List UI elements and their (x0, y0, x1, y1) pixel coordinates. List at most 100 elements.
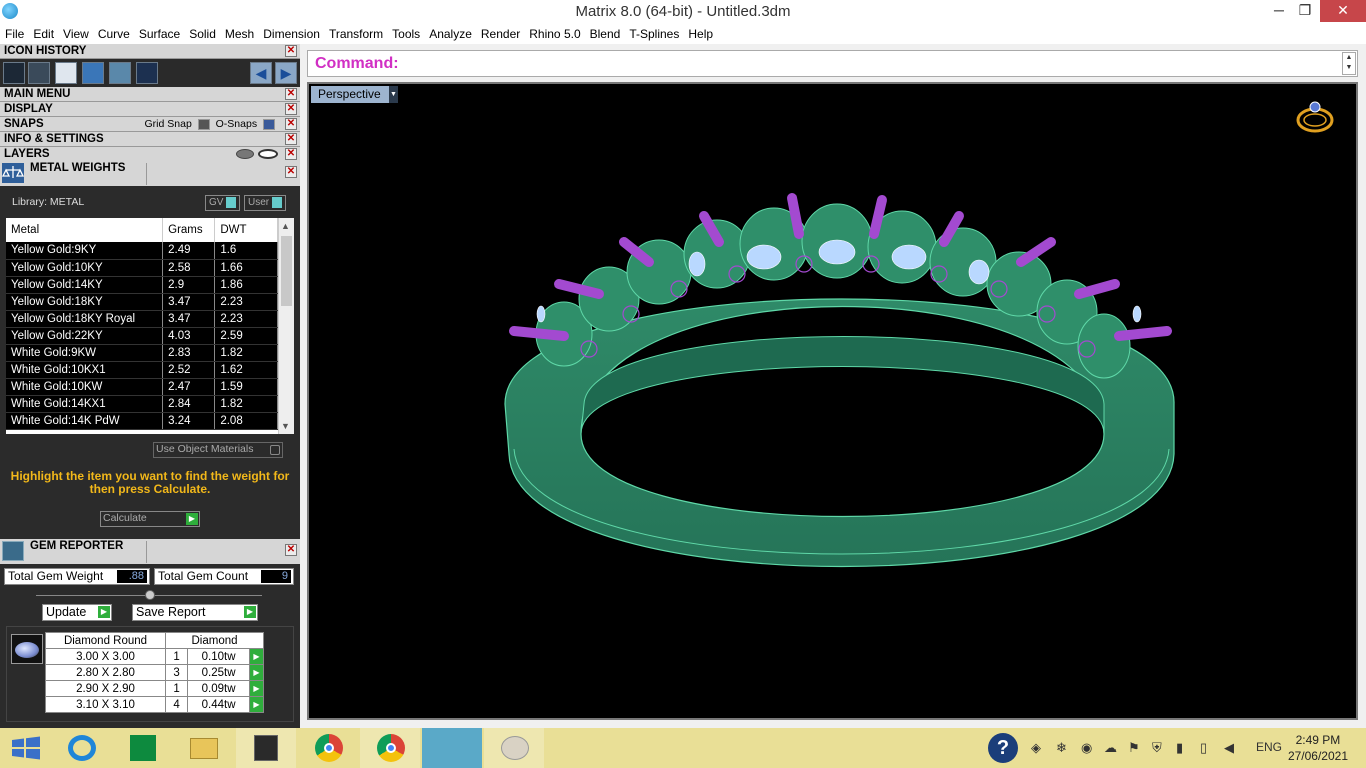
paint-icon[interactable] (484, 728, 544, 768)
gem-row[interactable]: 2.90 X 2.90 1 0.09tw ▶ (45, 680, 264, 697)
document-icon[interactable] (55, 62, 77, 84)
gem-reporter-close-icon[interactable]: ✕ (285, 544, 297, 556)
scroll-down-icon[interactable]: ▼ (281, 421, 290, 431)
gv-toggle[interactable]: GV (205, 195, 241, 211)
main-menu-header[interactable]: MAIN MENU ✕ (0, 87, 300, 102)
restore-button[interactable]: ❐ (1290, 0, 1320, 22)
gem-row[interactable]: 3.00 X 3.00 1 0.10tw ▶ (45, 648, 264, 665)
menu-render[interactable]: Render (476, 24, 524, 41)
tray-shield-icon[interactable]: ⛨ (1152, 740, 1162, 756)
rotate-icon[interactable] (136, 62, 158, 84)
clock[interactable]: 2:49 PM 27/06/2021 (1288, 732, 1348, 764)
perspective-viewport[interactable]: Perspective ▼ (307, 82, 1358, 720)
display-close-icon[interactable]: ✕ (285, 103, 297, 115)
metal-row[interactable]: Yellow Gold:22KY 4.03 2.59 (6, 327, 278, 345)
command-history-spinner[interactable]: ▲ ▼ (1342, 52, 1356, 75)
scroll-up-icon[interactable]: ▲ (281, 221, 290, 231)
network-signal-icon[interactable]: ▮ (1176, 740, 1183, 756)
back-arrow-icon[interactable]: ◀ (250, 62, 272, 84)
user-checkbox[interactable] (272, 197, 283, 208)
metal-row[interactable]: White Gold:10KX1 2.52 1.62 (6, 361, 278, 379)
metal-weights-close-icon[interactable]: ✕ (285, 166, 297, 178)
scroll-thumb[interactable] (281, 236, 292, 306)
battery-icon[interactable]: ▯ (1200, 740, 1207, 756)
menu-tools[interactable]: Tools (387, 24, 424, 41)
gem-select-icon[interactable]: ▶ (249, 648, 264, 665)
menu-edit[interactable]: Edit (28, 24, 58, 41)
layer-eye-icon[interactable] (258, 149, 278, 159)
save-report-button[interactable]: Save Report ▶ (132, 604, 258, 621)
menu-rhino[interactable]: Rhino 5.0 (524, 24, 584, 41)
gem-select-icon[interactable]: ▶ (249, 696, 264, 713)
gem-select-icon[interactable]: ▶ (249, 664, 264, 681)
tray-flag-icon[interactable]: ⚑ (1128, 740, 1140, 756)
chrome-icon[interactable] (298, 728, 358, 768)
snaps-close-icon[interactable]: ✕ (285, 118, 297, 130)
grid-snap-checkbox[interactable] (197, 118, 210, 130)
help-icon[interactable]: ? (988, 733, 1018, 763)
tray-cloud-icon[interactable]: ☁ (1104, 740, 1117, 756)
menu-help[interactable]: Help (683, 24, 717, 41)
gem-reporter-icon[interactable] (109, 62, 131, 84)
chrome-icon-2[interactable] (360, 728, 420, 768)
update-go-icon[interactable]: ▶ (98, 606, 110, 618)
metal-row[interactable]: Yellow Gold:14KY 2.9 1.86 (6, 276, 278, 294)
metal-row[interactable]: Yellow Gold:10KY 2.58 1.66 (6, 259, 278, 277)
metal-row[interactable]: White Gold:9KW 2.83 1.82 (6, 344, 278, 362)
save-icon[interactable] (3, 62, 25, 84)
main-menu-close-icon[interactable]: ✕ (285, 88, 297, 100)
metal-row[interactable]: Yellow Gold:9KY 2.49 1.6 (6, 242, 278, 260)
metal-row[interactable]: Yellow Gold:18KY 3.47 2.23 (6, 293, 278, 311)
layers-close-icon[interactable]: ✕ (285, 148, 297, 160)
osnaps-checkbox[interactable] (263, 118, 275, 130)
icon-history-header[interactable]: ICON HISTORY ✕ (0, 44, 300, 59)
menu-solid[interactable]: Solid (184, 24, 220, 41)
metal-table-scrollbar[interactable]: ▲ ▼ (278, 218, 294, 434)
col-dwt[interactable]: DWT (214, 218, 278, 242)
forward-arrow-icon[interactable]: ▶ (275, 62, 297, 84)
metal-row[interactable]: Yellow Gold:18KY Royal 3.47 2.23 (6, 310, 278, 328)
display-header[interactable]: DISPLAY ✕ (0, 102, 300, 117)
layers-header[interactable]: LAYERS ✕ (0, 147, 300, 162)
store-icon[interactable] (112, 728, 172, 768)
menu-mesh[interactable]: Mesh (220, 24, 258, 41)
use-object-materials-checkbox[interactable]: Use Object Materials (153, 442, 283, 458)
metal-row[interactable]: White Gold:10KW 2.47 1.59 (6, 378, 278, 396)
save-report-go-icon[interactable]: ▶ (244, 606, 256, 618)
col-metal[interactable]: Metal (6, 218, 164, 242)
command-bar[interactable]: Command: ▲ ▼ (307, 50, 1358, 77)
tray-snowflake-icon[interactable]: ❄ (1056, 740, 1067, 756)
gv-checkbox[interactable] (226, 197, 237, 208)
menu-view[interactable]: View (58, 24, 93, 41)
internet-explorer-icon[interactable] (52, 728, 112, 768)
menu-surface[interactable]: Surface (134, 24, 184, 41)
calculate-button[interactable]: Calculate ▶ (100, 511, 200, 527)
gem-row[interactable]: 3.10 X 3.10 4 0.44tw ▶ (45, 696, 264, 713)
menu-dimension[interactable]: Dimension (258, 24, 324, 41)
v8-app-icon[interactable] (422, 728, 482, 768)
menu-analyze[interactable]: Analyze (424, 24, 476, 41)
icon-history-close-icon[interactable]: ✕ (285, 45, 297, 57)
menu-transform[interactable]: Transform (324, 24, 387, 41)
gem-row[interactable]: 2.80 X 2.80 3 0.25tw ▶ (45, 664, 264, 681)
col-grams[interactable]: Grams (162, 218, 216, 242)
matrix-app-icon[interactable] (236, 728, 296, 768)
windows-start-icon[interactable] (0, 728, 60, 768)
gumball-icon[interactable] (28, 62, 50, 84)
menu-file[interactable]: File (0, 24, 28, 41)
info-settings-header[interactable]: INFO & SETTINGS ✕ (0, 132, 300, 147)
menu-curve[interactable]: Curve (93, 24, 134, 41)
file-explorer-icon[interactable] (174, 728, 234, 768)
volume-icon[interactable]: ◀ (1224, 740, 1234, 756)
gem-select-icon[interactable]: ▶ (249, 680, 264, 697)
language-indicator[interactable]: ENG (1256, 740, 1282, 754)
close-button[interactable]: ✕ (1320, 0, 1366, 22)
menu-tsplines[interactable]: T-Splines (624, 24, 683, 41)
metal-row[interactable]: White Gold:14KX1 2.84 1.82 (6, 395, 278, 413)
snaps-header[interactable]: SNAPS Grid Snap O-Snaps ✕ (0, 117, 300, 132)
tray-antivirus-icon[interactable]: ◉ (1081, 740, 1092, 756)
menu-blend[interactable]: Blend (585, 24, 625, 41)
layer-hide-icon[interactable] (236, 149, 254, 159)
info-settings-close-icon[interactable]: ✕ (285, 133, 297, 145)
gem-slider-knob[interactable] (145, 590, 155, 600)
